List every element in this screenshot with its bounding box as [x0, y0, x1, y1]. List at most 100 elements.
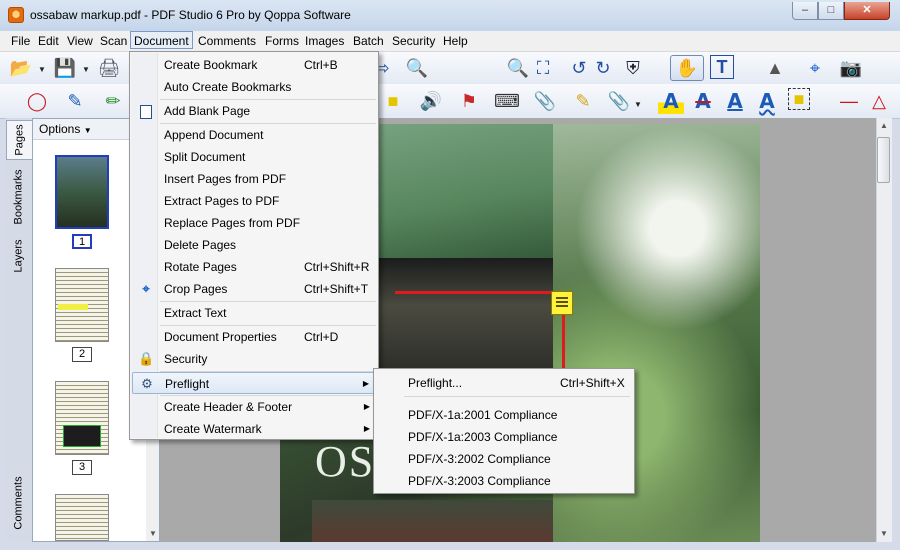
annotation-line-horizontal[interactable] — [395, 291, 553, 294]
polyline-tool-icon[interactable]: △ — [866, 88, 892, 114]
submenu-item-preflight[interactable]: Preflight... Ctrl+Shift+X — [376, 372, 632, 394]
menu-item-replace-pages[interactable]: Replace Pages from PDF — [132, 212, 376, 234]
highlighter-pen-icon[interactable]: ✏ — [100, 88, 126, 114]
menu-item-insert-pages[interactable]: Insert Pages from PDF — [132, 168, 376, 190]
menu-item-add-blank-page[interactable]: Add Blank Page — [132, 100, 376, 122]
hand-tool-icon[interactable]: ✋ — [670, 55, 704, 81]
menu-security[interactable]: Security — [389, 32, 438, 50]
menu-comments[interactable]: Comments — [195, 32, 259, 50]
area-highlight-icon[interactable]: ■ — [788, 88, 810, 110]
lock-icon: 🔒 — [138, 351, 155, 366]
close-button[interactable]: ✕ — [844, 2, 890, 20]
submenu-item-pdfx1a-2001[interactable]: PDF/X-1a:2001 Compliance — [376, 404, 632, 426]
menu-batch[interactable]: Batch — [350, 32, 387, 50]
crop-icon: ⌖ — [142, 281, 150, 296]
menu-item-auto-create-bookmarks[interactable]: Auto Create Bookmarks — [132, 76, 376, 98]
submenu-item-pdfx1a-2003[interactable]: PDF/X-1a:2003 Compliance — [376, 426, 632, 448]
menu-file[interactable]: File — [8, 32, 33, 50]
tab-layers[interactable]: Layers — [6, 234, 32, 278]
app-logo-icon — [8, 7, 24, 23]
attach-note-icon[interactable]: ✎ — [570, 88, 596, 114]
page-number-3: 3 — [72, 460, 92, 475]
tab-bookmarks[interactable]: Bookmarks — [6, 162, 32, 232]
submenu-item-pdfx3-2003[interactable]: PDF/X-3:2003 Compliance — [376, 470, 632, 492]
menu-item-create-watermark[interactable]: Create Watermark ▶ — [132, 418, 376, 440]
menu-item-extract-pages[interactable]: Extract Pages to PDF — [132, 190, 376, 212]
camera-icon[interactable]: 📷 — [838, 55, 864, 81]
menu-item-rotate-pages[interactable]: Rotate Pages Ctrl+Shift+R — [132, 256, 376, 278]
menu-item-crop-pages[interactable]: ⌖ Crop Pages Ctrl+Shift+T — [132, 278, 376, 300]
text-select-icon[interactable]: T — [710, 55, 734, 79]
menu-help[interactable]: Help — [440, 32, 471, 50]
sound-icon[interactable]: 🔊 — [418, 88, 444, 114]
pencil-draw-icon[interactable]: ✎ — [62, 88, 88, 114]
find-binoculars-icon[interactable]: ⛨ — [620, 55, 646, 81]
minimize-button[interactable]: – — [792, 2, 818, 20]
crop-icon[interactable]: ⌖ — [802, 55, 828, 81]
sticky-note-annotation-icon[interactable] — [551, 291, 573, 315]
zoom-out-icon[interactable]: 🔍 — [404, 55, 430, 81]
underline-text-icon[interactable]: A — [722, 88, 748, 114]
page-thumbnail-1[interactable] — [55, 155, 109, 229]
open-dropdown-arrow-icon[interactable]: ▼ — [38, 65, 46, 74]
scroll-up-icon[interactable]: ▲ — [880, 121, 888, 130]
submenu-arrow-icon: ▶ — [362, 379, 369, 388]
zoom-in-icon[interactable]: 🔍 — [505, 55, 531, 81]
menu-view[interactable]: View — [64, 32, 96, 50]
window-title: ossabaw markup.pdf - PDF Studio 6 Pro by… — [30, 8, 351, 22]
stamp-icon[interactable]: ⚑ — [456, 88, 482, 114]
pencil-circle-icon[interactable]: ◯ — [24, 88, 50, 114]
maximize-button[interactable]: □ — [818, 2, 844, 20]
menu-item-document-properties[interactable]: Document Properties Ctrl+D — [132, 326, 376, 348]
attach-file-icon[interactable]: 📎 — [532, 88, 558, 114]
menu-item-create-header-footer[interactable]: Create Header & Footer ▶ — [132, 396, 376, 418]
attachment-dropdown-arrow-icon[interactable]: ▼ — [634, 100, 642, 109]
submenu-item-pdfx3-2002[interactable]: PDF/X-3:2002 Compliance — [376, 448, 632, 470]
menu-item-append-document[interactable]: Append Document — [132, 124, 376, 146]
attachment-icon[interactable]: 📎 — [606, 88, 632, 114]
save-icon[interactable]: 💾 — [52, 55, 78, 81]
page-thumbnail-4[interactable] — [55, 494, 109, 541]
scroll-down-icon[interactable]: ▼ — [880, 529, 888, 538]
annotation-line-vertical[interactable] — [562, 305, 565, 377]
print-icon[interactable]: 🖨 — [96, 55, 122, 81]
save-dropdown-arrow-icon[interactable]: ▼ — [82, 65, 90, 74]
menu-forms[interactable]: Forms — [262, 32, 302, 50]
tab-pages[interactable]: Pages — [6, 120, 32, 160]
thumbnail-highlight-mark — [58, 304, 88, 310]
highlight-text-icon[interactable]: A — [658, 88, 684, 114]
page-photo-bottom — [312, 500, 553, 542]
options-dropdown-arrow-icon: ▼ — [83, 126, 92, 135]
tab-comments[interactable]: Comments — [6, 468, 32, 538]
squiggly-text-icon[interactable]: A — [754, 88, 780, 114]
scroll-thumb[interactable] — [877, 137, 890, 183]
menu-item-extract-text[interactable]: Extract Text — [132, 302, 376, 324]
sticky-note-icon[interactable]: ■ — [380, 88, 406, 114]
rotate-cw-icon[interactable]: ↻ — [590, 55, 616, 81]
marquee-zoom-icon[interactable]: ⛶ — [530, 55, 556, 81]
menu-item-create-bookmark[interactable]: Create Bookmark Ctrl+B — [132, 54, 376, 76]
document-menu: Create Bookmark Ctrl+B Auto Create Bookm… — [129, 51, 379, 440]
page-heading-text: OS — [315, 437, 376, 486]
snapshot-icon[interactable]: ▲ — [762, 55, 788, 81]
thumbnail-image-mark — [63, 425, 101, 447]
options-button[interactable]: Options ▼ — [39, 122, 92, 136]
menu-images[interactable]: Images — [302, 32, 347, 50]
menu-edit[interactable]: Edit — [35, 32, 62, 50]
menu-scan[interactable]: Scan — [97, 32, 130, 50]
menu-item-delete-pages[interactable]: Delete Pages — [132, 234, 376, 256]
typewriter-icon[interactable]: ⌨ — [494, 88, 520, 114]
strikeout-text-icon[interactable]: A — [690, 88, 716, 114]
open-folder-icon[interactable]: 📂 — [8, 55, 34, 81]
preflight-submenu: Preflight... Ctrl+Shift+X PDF/X-1a:2001 … — [373, 368, 635, 494]
rotate-ccw-icon[interactable]: ↺ — [566, 55, 592, 81]
submenu-arrow-icon: ▶ — [363, 402, 370, 411]
menu-item-security[interactable]: 🔒 Security — [132, 348, 376, 370]
page-number-1: 1 — [72, 234, 92, 249]
menu-document[interactable]: Document — [130, 31, 193, 49]
line-tool-icon[interactable]: — — [836, 88, 862, 114]
page-number-2: 2 — [72, 347, 92, 362]
menu-item-split-document[interactable]: Split Document — [132, 146, 376, 168]
thumb-scroll-down-icon[interactable]: ▼ — [149, 529, 157, 538]
menu-item-preflight[interactable]: ⚙ Preflight ▶ — [132, 372, 376, 394]
